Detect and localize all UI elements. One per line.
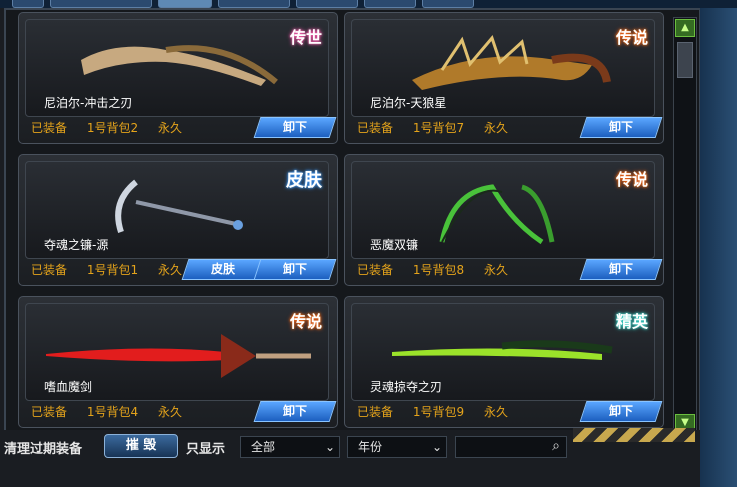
equipment-card[interactable]: 传说 恶魔双镰 已装备 1号背包8 永久 卸下 [344,154,664,286]
rarity-badge: 皮肤 [286,170,322,191]
destroy-button[interactable]: 摧 毁 [104,434,178,458]
weapon-image: 传世 尼泊尔-冲击之刃 [25,19,329,117]
equip-info: 已装备 1号背包9 永久 [357,403,524,420]
skin-button[interactable]: 皮肤 [181,259,265,280]
unequip-button[interactable]: 卸下 [579,259,663,280]
duration: 永久 [157,263,182,277]
weapon-name: 尼泊尔-冲击之刃 [44,96,133,110]
equipment-card[interactable]: 传说 嗜血魔剑 已装备 1号背包4 永久 卸下 [18,296,338,428]
bag-slot: 1号背包1 [86,263,139,277]
right-background-decor [700,8,737,487]
search-box[interactable]: ⌕ [455,436,567,458]
unequip-button[interactable]: 卸下 [253,259,337,280]
weapon-image: 精英 灵魂掠夺之刃 [351,303,655,401]
weapon-name: 嗜血魔剑 [44,380,93,394]
scroll-up-button[interactable]: ▲ [675,19,695,37]
weapon-image: 传说 恶魔双镰 [351,161,655,259]
unequip-button[interactable]: 卸下 [253,117,337,138]
bag-slot: 1号背包8 [412,263,465,277]
equip-status: 已装备 [357,405,394,419]
unequip-button[interactable]: 卸下 [579,401,663,422]
equip-status: 已装备 [31,405,68,419]
bag-slot: 1号背包4 [86,405,139,419]
bag-slot: 1号背包2 [86,121,139,135]
search-icon[interactable]: ⌕ [552,438,560,454]
top-tab-strip [0,0,737,8]
rarity-badge: 传说 [615,170,648,189]
bag-slot: 1号背包9 [412,405,465,419]
rarity-badge: 精英 [615,312,648,331]
rarity-badge: 传世 [289,28,322,47]
equip-info: 已装备 1号背包1 永久 [31,261,198,278]
duration: 永久 [483,263,508,277]
scroll-thumb[interactable] [677,42,693,78]
equip-info: 已装备 1号背包7 永久 [357,119,524,136]
weapon-name: 恶魔双镰 [370,238,419,252]
weapon-image: 传说 尼泊尔-天狼星 [351,19,655,117]
equipment-card[interactable]: 传世 尼泊尔-冲击之刃 已装备 1号背包2 永久 卸下 [18,12,338,144]
equip-status: 已装备 [31,121,68,135]
search-input[interactable] [460,438,546,456]
hazard-stripes [573,428,695,442]
equip-info: 已装备 1号背包8 永久 [357,261,524,278]
weapon-image: 皮肤 夺魂之镰-源 [25,161,329,259]
equip-status: 已装备 [357,263,394,277]
weapon-image: 传说 嗜血魔剑 [25,303,329,401]
weapon-name: 尼泊尔-天狼星 [370,96,447,110]
scrollbar[interactable]: ▲ ▼ [673,17,697,434]
equipment-card[interactable]: 皮肤 夺魂之镰-源 已装备 1号背包1 永久 皮肤 卸下 [18,154,338,286]
weapon-name: 夺魂之镰-源 [44,238,109,252]
clean-expired-label[interactable]: 清理过期装备 [4,438,82,457]
unequip-button[interactable]: 卸下 [579,117,663,138]
only-show-label: 只显示 [186,442,226,457]
chevron-down-icon: ⌄ [324,440,335,454]
bag-slot: 1号背包7 [412,121,465,135]
filter-year-select[interactable]: 年份 ⌄ [347,436,447,458]
equip-status: 已装备 [31,263,68,277]
equipment-card[interactable]: 精英 灵魂掠夺之刃 已装备 1号背包9 永久 卸下 [344,296,664,428]
weapon-name: 灵魂掠夺之刃 [370,380,443,394]
duration: 永久 [483,405,508,419]
filter-all-select[interactable]: 全部 ⌄ [240,436,340,458]
equip-info: 已装备 1号背包2 永久 [31,119,198,136]
tab-6[interactable] [364,0,416,8]
tab-4[interactable] [218,0,290,8]
unequip-button[interactable]: 卸下 [253,401,337,422]
tab-2[interactable] [50,0,152,8]
rarity-badge: 传说 [615,28,648,47]
duration: 永久 [157,405,182,419]
duration: 永久 [483,121,508,135]
bottom-toolbar: 清理过期装备 摧 毁 只显示 全部 ⌄ 年份 ⌄ ⌕ [0,428,737,487]
equip-info: 已装备 1号背包4 永久 [31,403,198,420]
duration: 永久 [157,121,182,135]
equip-status: 已装备 [357,121,394,135]
tab-1[interactable] [12,0,44,8]
rarity-badge: 传说 [289,312,322,331]
chevron-down-icon: ⌄ [431,440,442,454]
equipment-panel: 传世 尼泊尔-冲击之刃 已装备 1号背包2 永久 卸下 传说 尼泊尔-天狼星 已… [4,8,701,434]
tab-active[interactable] [158,0,212,8]
tab-5[interactable] [296,0,358,8]
tab-7[interactable] [422,0,474,8]
equipment-card[interactable]: 传说 尼泊尔-天狼星 已装备 1号背包7 永久 卸下 [344,12,664,144]
